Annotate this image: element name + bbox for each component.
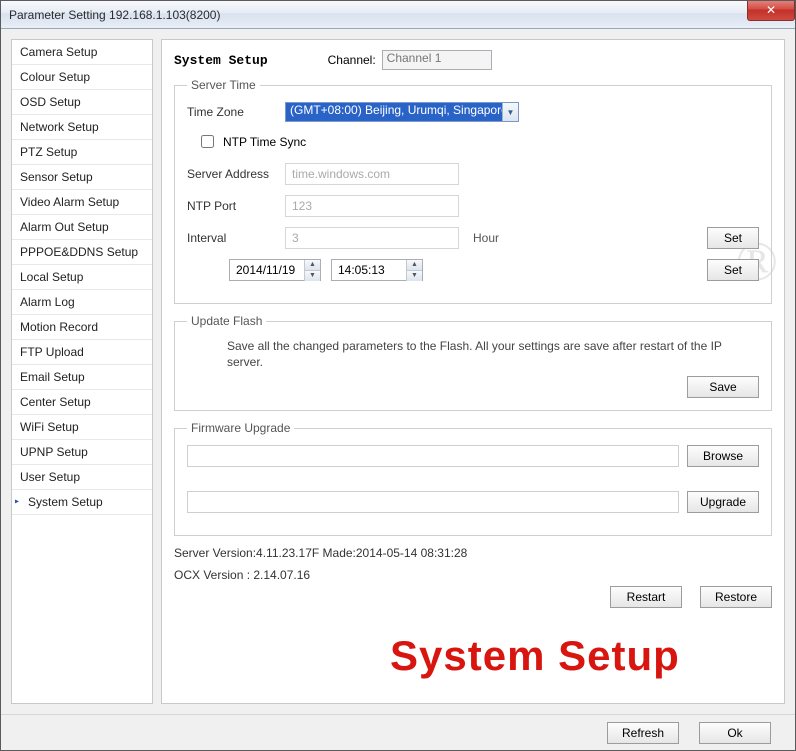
window: Parameter Setting 192.168.1.103(8200) ✕ … — [0, 0, 796, 751]
time-spinner[interactable]: ▲▼ — [331, 259, 423, 281]
channel-select[interactable]: Channel 1 — [382, 50, 492, 70]
timezone-label: Time Zone — [187, 105, 277, 119]
datetime-set-button[interactable]: Set — [707, 259, 759, 281]
server-address-input[interactable] — [285, 163, 459, 185]
sidebar-item-osd-setup[interactable]: OSD Setup — [12, 90, 152, 115]
date-spinner[interactable]: ▲▼ — [229, 259, 321, 281]
ntp-sync-label: NTP Time Sync — [223, 135, 306, 149]
sidebar-item-upnp-setup[interactable]: UPNP Setup — [12, 440, 152, 465]
upgrade-button[interactable]: Upgrade — [687, 491, 759, 513]
interval-label: Interval — [187, 231, 277, 245]
sidebar-item-pppoe-ddns-setup[interactable]: PPPOE&DDNS Setup — [12, 240, 152, 265]
sidebar-item-colour-setup[interactable]: Colour Setup — [12, 65, 152, 90]
firmware-upgrade-legend: Firmware Upgrade — [187, 421, 294, 435]
ntp-sync-checkbox[interactable] — [201, 135, 214, 148]
titlebar: Parameter Setting 192.168.1.103(8200) ✕ — [1, 1, 795, 29]
ok-button[interactable]: Ok — [699, 722, 771, 744]
overlay-title: System Setup — [390, 632, 680, 680]
restore-button[interactable]: Restore — [700, 586, 772, 608]
ntp-set-button[interactable]: Set — [707, 227, 759, 249]
spin-up-icon[interactable]: ▲ — [304, 260, 320, 271]
hour-label: Hour — [473, 231, 499, 245]
sidebar-item-system-setup[interactable]: System Setup — [12, 490, 152, 515]
date-input[interactable] — [230, 260, 304, 280]
server-version-text: Server Version:4.11.23.17F Made:2014-05-… — [174, 546, 772, 560]
version-info: Server Version:4.11.23.17F Made:2014-05-… — [174, 546, 772, 582]
main-panel: ® System Setup Channel: Channel 1 Server… — [161, 39, 785, 704]
sidebar-item-ftp-upload[interactable]: FTP Upload — [12, 340, 152, 365]
footer: Refresh Ok — [1, 714, 795, 750]
update-flash-legend: Update Flash — [187, 314, 266, 328]
server-time-group: Server Time Time Zone (GMT+08:00) Beijin… — [174, 78, 772, 304]
ntp-port-label: NTP Port — [187, 199, 277, 213]
sidebar-item-sensor-setup[interactable]: Sensor Setup — [12, 165, 152, 190]
time-input[interactable] — [332, 260, 406, 280]
page-title: System Setup — [174, 53, 268, 68]
spin-down-icon[interactable]: ▼ — [304, 271, 320, 281]
channel-label: Channel: — [328, 53, 376, 67]
sidebar-item-center-setup[interactable]: Center Setup — [12, 390, 152, 415]
firmware-progress — [187, 491, 679, 513]
update-flash-text: Save all the changed parameters to the F… — [227, 338, 749, 370]
ocx-version-text: OCX Version : 2.14.07.16 — [174, 568, 772, 582]
sidebar-item-local-setup[interactable]: Local Setup — [12, 265, 152, 290]
sidebar-item-video-alarm-setup[interactable]: Video Alarm Setup — [12, 190, 152, 215]
window-title: Parameter Setting 192.168.1.103(8200) — [9, 8, 220, 22]
firmware-upgrade-group: Firmware Upgrade Browse Upgrade — [174, 421, 772, 536]
channel-row: Channel: Channel 1 — [328, 50, 492, 70]
save-button[interactable]: Save — [687, 376, 759, 398]
timezone-select[interactable]: (GMT+08:00) Beijing, Urumqi, Singapore — [285, 102, 519, 122]
restart-button[interactable]: Restart — [610, 586, 682, 608]
sidebar-item-network-setup[interactable]: Network Setup — [12, 115, 152, 140]
firmware-path-input[interactable] — [187, 445, 679, 467]
sidebar-item-alarm-log[interactable]: Alarm Log — [12, 290, 152, 315]
sidebar-item-alarm-out-setup[interactable]: Alarm Out Setup — [12, 215, 152, 240]
close-button[interactable]: ✕ — [747, 1, 795, 21]
sidebar-item-user-setup[interactable]: User Setup — [12, 465, 152, 490]
refresh-button[interactable]: Refresh — [607, 722, 679, 744]
server-address-label: Server Address — [187, 167, 277, 181]
sidebar-item-motion-record[interactable]: Motion Record — [12, 315, 152, 340]
interval-input[interactable] — [285, 227, 459, 249]
server-time-legend: Server Time — [187, 78, 260, 92]
browse-button[interactable]: Browse — [687, 445, 759, 467]
sidebar-item-email-setup[interactable]: Email Setup — [12, 365, 152, 390]
update-flash-group: Update Flash Save all the changed parame… — [174, 314, 772, 411]
sidebar-item-camera-setup[interactable]: Camera Setup — [12, 40, 152, 65]
sidebar-item-wifi-setup[interactable]: WiFi Setup — [12, 415, 152, 440]
close-icon: ✕ — [766, 3, 776, 17]
spin-up-icon[interactable]: ▲ — [406, 260, 422, 271]
ntp-port-input[interactable] — [285, 195, 459, 217]
sidebar-item-ptz-setup[interactable]: PTZ Setup — [12, 140, 152, 165]
spin-down-icon[interactable]: ▼ — [406, 271, 422, 281]
client-area: Camera Setup Colour Setup OSD Setup Netw… — [1, 29, 795, 714]
sidebar: Camera Setup Colour Setup OSD Setup Netw… — [11, 39, 153, 704]
